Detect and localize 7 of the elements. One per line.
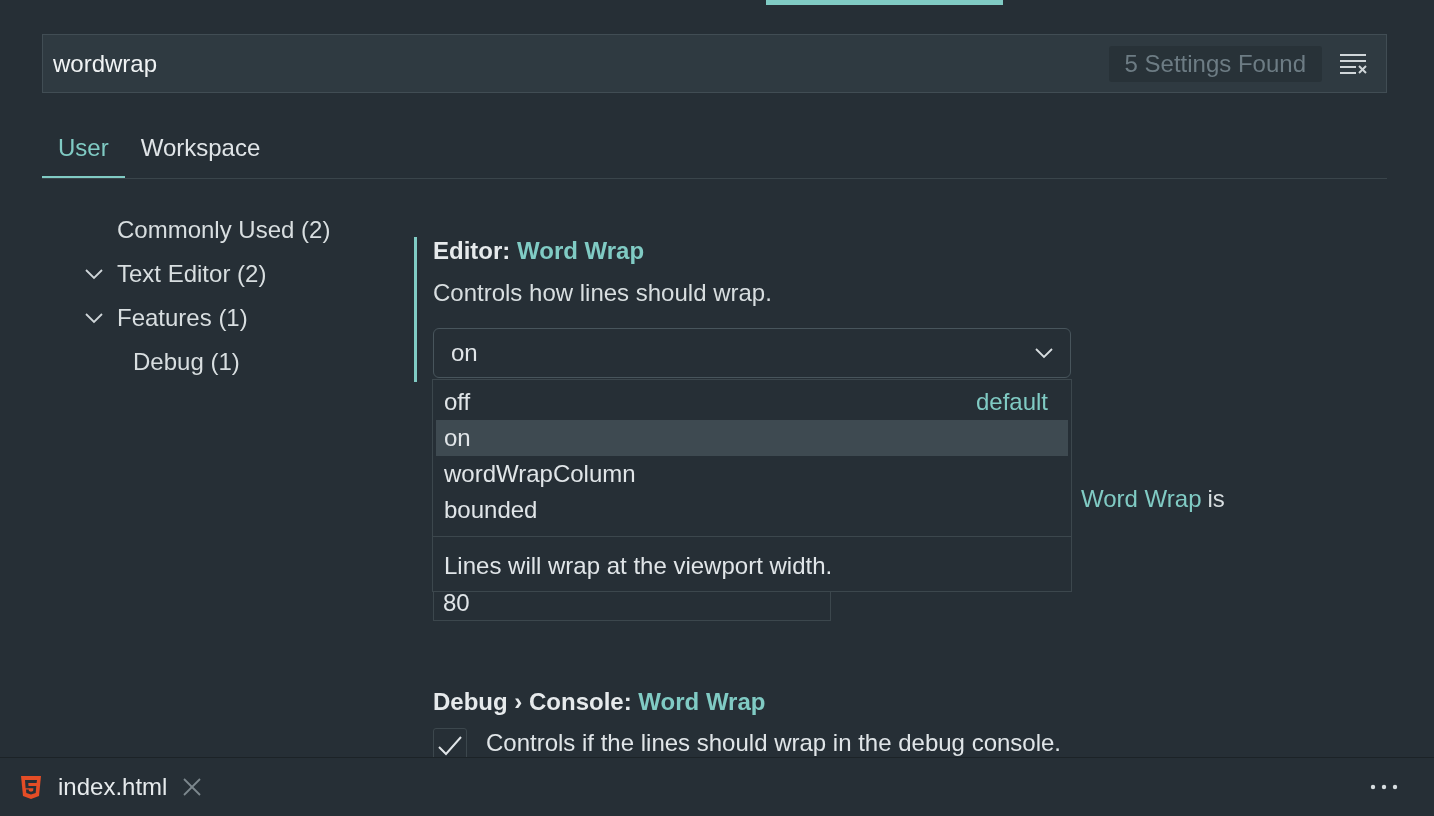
setting-title: Editor: Word Wrap bbox=[433, 237, 646, 265]
option-description: Lines will wrap at the viewport width. bbox=[433, 536, 1071, 595]
setting-title: Debug › Console: Word Wrap bbox=[433, 688, 767, 716]
setting-description: Controls how lines should wrap. bbox=[433, 279, 773, 307]
setting-description: is bbox=[1207, 485, 1225, 513]
result-count: 5 Settings Found bbox=[1108, 45, 1322, 82]
setting-description: Controls if the lines should wrap in the debug console. bbox=[486, 731, 1061, 755]
